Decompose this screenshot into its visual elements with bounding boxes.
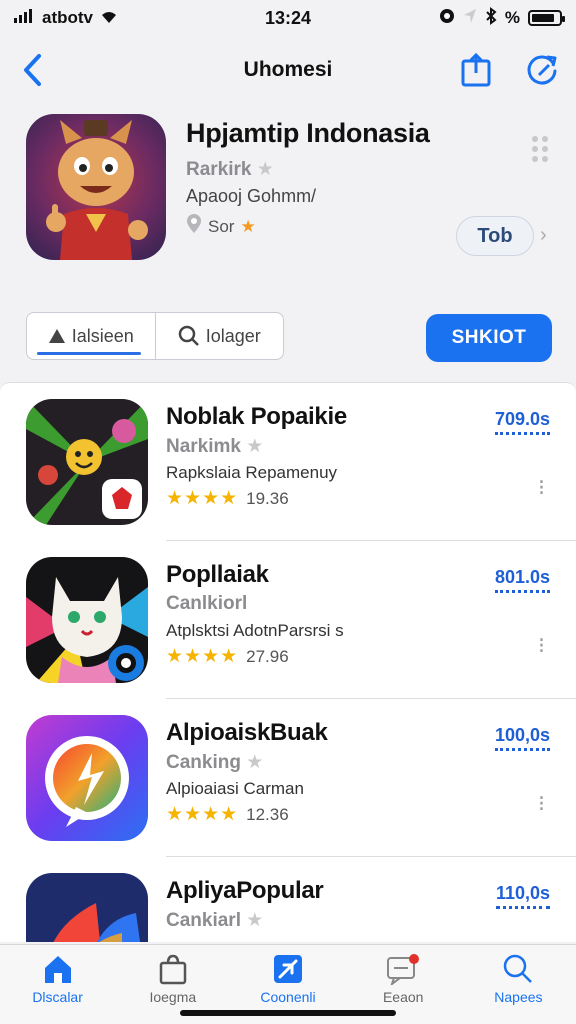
- segment-second[interactable]: Iolager: [156, 313, 284, 359]
- triangle-icon: [48, 329, 65, 343]
- back-button[interactable]: [14, 50, 50, 90]
- app-rating: ★★★★ 19.36: [166, 488, 289, 509]
- status-bar: atbotv 13:24 %: [0, 0, 576, 36]
- nav-bar: Uhomesi: [0, 44, 576, 96]
- app-price[interactable]: 801.0s: [495, 567, 550, 593]
- list-item[interactable]: Noblak Popaikie Narkimk ★ Rapkslaia Repa…: [0, 383, 576, 541]
- featured-app-developer: Apaooj Gohmm/: [186, 186, 317, 206]
- get-button[interactable]: Tob: [456, 216, 534, 256]
- tab-discover[interactable]: Dlscalar: [0, 945, 115, 1024]
- chevron-left-icon: [24, 54, 41, 86]
- app-name: ApliyaPopular: [166, 877, 324, 904]
- home-icon: [44, 956, 71, 983]
- star-icon: ★: [240, 216, 256, 236]
- list-item[interactable]: Popllaiak Canlkiorl Atplsktsi AdotnParsr…: [0, 541, 576, 699]
- drag-handle-icon[interactable]: [530, 134, 552, 164]
- app-category: Canking ★: [166, 752, 264, 773]
- more-options-icon[interactable]: ⁝: [538, 633, 545, 659]
- home-indicator: [180, 1010, 396, 1016]
- tab-search[interactable]: Napees: [461, 945, 576, 1024]
- featured-app[interactable]: Hpjamtip Indonasia Rarkirk ★ Apaooj Gohm…: [0, 114, 576, 274]
- list-item[interactable]: ApliyaPopular Cankiarl ★ 110,0s: [0, 857, 576, 942]
- segment-first[interactable]: Ialsieen: [27, 313, 156, 359]
- featured-app-meta: Sor ★: [186, 214, 256, 239]
- app-price[interactable]: 110,0s: [496, 883, 550, 909]
- app-name: Popllaiak: [166, 561, 269, 588]
- app-price[interactable]: 709.0s: [495, 409, 550, 435]
- rating-stars: ★★★★: [166, 804, 239, 825]
- app-category: Canlkiorl: [166, 593, 248, 614]
- app-developer: Alpioaiasi Carman: [166, 779, 304, 798]
- app-icon: [26, 399, 148, 525]
- star-icon: ★: [256, 159, 274, 180]
- primary-action-button[interactable]: SHKIOT: [426, 314, 552, 362]
- battery-icon: [528, 10, 565, 26]
- refresh-button[interactable]: [522, 50, 562, 90]
- app-icon: [26, 557, 148, 683]
- segmented-control: Ialsieen Iolager: [26, 312, 284, 360]
- more-options-icon[interactable]: ⁝: [538, 791, 545, 817]
- featured-app-icon: [26, 114, 166, 260]
- app-price[interactable]: 100,0s: [495, 725, 550, 751]
- app-developer: Atplsktsi AdotnParsrsi s: [166, 621, 344, 640]
- app-category: Narkimk ★: [166, 436, 264, 457]
- featured-app-name: Hpjamtip Indonasia: [186, 118, 430, 148]
- rating-stars: ★★★★: [166, 646, 239, 667]
- app-icon: [26, 873, 148, 942]
- search-icon: [504, 954, 533, 983]
- chevron-right-icon: ›: [540, 224, 547, 246]
- featured-app-rank: Rarkirk ★: [186, 159, 274, 180]
- app-name: AlpioaiskBuak: [166, 719, 328, 746]
- search-icon: [178, 325, 199, 346]
- app-name: Noblak Popaikie: [166, 403, 347, 430]
- clock: 13:24: [264, 7, 312, 28]
- plane-icon: [274, 955, 302, 983]
- app-category: Cankiarl ★: [166, 910, 264, 931]
- more-options-icon[interactable]: ⁝: [538, 475, 545, 501]
- star-icon: ★: [246, 436, 264, 457]
- app-list: Noblak Popaikie Narkimk ★ Rapkslaia Repa…: [0, 382, 576, 942]
- app-rating: ★★★★ 27.96: [166, 646, 289, 667]
- star-icon: ★: [246, 910, 264, 931]
- list-item[interactable]: AlpioaiskBuak Canking ★ Alpioaiasi Carma…: [0, 699, 576, 857]
- app-developer: Rapkslaia Repamenuy: [166, 463, 338, 482]
- star-icon: ★: [246, 752, 264, 773]
- message-icon: [387, 954, 420, 985]
- share-icon: [461, 53, 491, 87]
- location-pin-icon: [186, 214, 202, 239]
- refresh-icon: [527, 55, 557, 85]
- bag-icon: [159, 954, 187, 985]
- app-icon: [26, 715, 148, 841]
- rating-stars: ★★★★: [166, 488, 239, 509]
- app-rating: ★★★★ 12.36: [166, 804, 289, 825]
- share-button[interactable]: [458, 50, 494, 90]
